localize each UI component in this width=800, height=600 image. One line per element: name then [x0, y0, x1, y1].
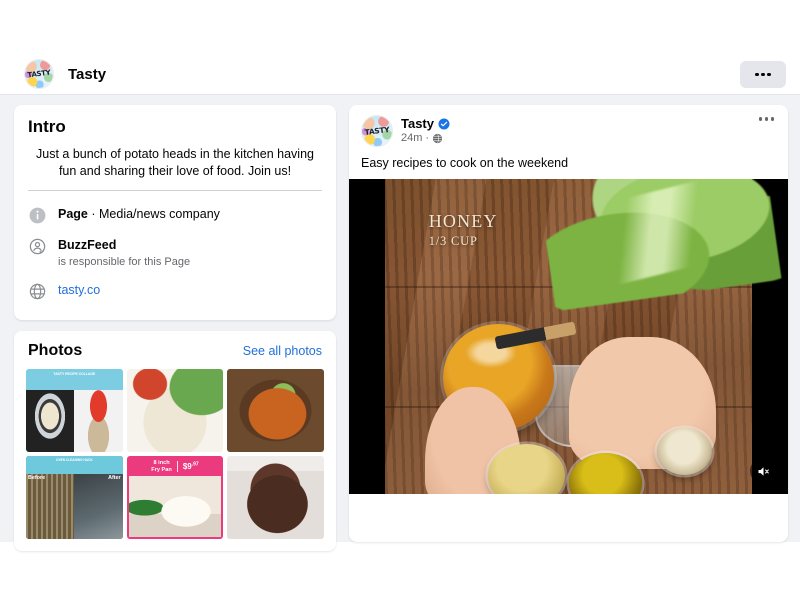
ad-price-main: $9	[182, 462, 192, 472]
ellipsis-dot-icon	[755, 72, 759, 77]
ad-price: $9.97	[182, 461, 199, 472]
left-column: Intro Just a bunch of potato heads in th…	[0, 95, 344, 551]
intro-row-page-category: Page · Media/news company	[28, 199, 322, 230]
photo-chicken-parmesan[interactable]	[126, 368, 224, 452]
post-video-player[interactable]: HONEY 1/3 CUP	[349, 179, 788, 494]
video-ingredient-overlay: HONEY 1/3 CUP	[429, 211, 498, 249]
photo-fry-pan-ad[interactable]: 8 inch Fry Pan $9.97	[126, 455, 224, 539]
before-label: Before	[28, 474, 46, 481]
ingredient-amount: 1/3 CUP	[428, 233, 478, 248]
collage-tile	[74, 390, 123, 452]
after-label: After	[108, 474, 121, 481]
photos-header: Photos See all photos	[14, 331, 336, 369]
page-header-bar: TASTY Tasty	[0, 54, 800, 95]
video-frame: HONEY 1/3 CUP	[384, 179, 783, 494]
intro-title: Intro	[28, 117, 66, 136]
page-more-button[interactable]	[740, 61, 786, 88]
ellipsis-dot-icon	[761, 72, 765, 77]
garlic-bowl	[656, 427, 712, 476]
intro-card: Intro Just a bunch of potato heads in th…	[14, 105, 336, 320]
avatar-wordmark: TASTY	[27, 68, 51, 80]
post-card: TASTY Tasty 24m · Easy recipes to cook o…	[349, 105, 788, 542]
globe-icon	[28, 282, 47, 301]
intro-row-website[interactable]: tasty.co	[28, 275, 322, 306]
ad-product-name: 8 inch Fry Pan	[151, 460, 172, 473]
website-link[interactable]: tasty.co	[58, 281, 100, 298]
post-text: Easy recipes to cook on the weekend	[361, 156, 569, 170]
post-header: TASTY Tasty 24m ·	[349, 105, 788, 147]
see-all-photos-link[interactable]: See all photos	[243, 344, 322, 358]
photos-grid: TASTY RECIPE COLLAGE OVEN CLEANING HACK …	[14, 368, 336, 551]
collage-tile	[26, 390, 75, 452]
photo-oven-before-after[interactable]: OVEN CLEANING HACK Before After	[26, 455, 123, 539]
post-author-avatar[interactable]: TASTY	[361, 115, 393, 147]
intro-row-rest: · Media/news company	[87, 207, 220, 221]
photos-card: Photos See all photos TASTY RECIPE COLLA…	[14, 330, 336, 551]
ad-scene	[128, 475, 222, 537]
post-separator: ·	[425, 132, 430, 144]
verified-badge-icon	[438, 118, 450, 129]
before-panel: Before	[26, 473, 75, 539]
page-body: Intro Just a bunch of potato heads in th…	[0, 95, 800, 551]
page-title: Tasty	[68, 65, 107, 83]
ellipsis-dot-icon	[764, 117, 768, 121]
post-more-button[interactable]	[758, 117, 774, 121]
ad-price-cents: .97	[191, 461, 199, 468]
page-avatar[interactable]: TASTY	[24, 59, 54, 89]
post-author-name[interactable]: Tasty	[401, 116, 434, 131]
tasty-logo-icon: TASTY	[362, 116, 392, 146]
photo-caption: TASTY RECIPE COLLAGE	[26, 368, 123, 391]
intro-row-responsible-org: BuzzFeed is responsible for this Page	[28, 230, 322, 275]
after-panel: After	[74, 473, 123, 539]
tasty-logo-icon: TASTY	[25, 60, 53, 88]
mute-toggle-button[interactable]	[750, 458, 776, 484]
account-check-icon	[28, 237, 47, 256]
ellipsis-dot-icon	[758, 117, 762, 121]
intro-row-text: BuzzFeed is responsible for this Page	[58, 236, 190, 270]
photo-recipe-collage[interactable]: TASTY RECIPE COLLAGE	[26, 368, 123, 452]
post-author-row: Tasty	[401, 116, 450, 131]
post-timestamp-row: 24m ·	[401, 132, 450, 144]
ad-banner: 8 inch Fry Pan $9.97	[128, 457, 222, 476]
ad-divider	[176, 461, 178, 473]
info-icon	[28, 206, 47, 225]
intro-row-text: Page · Media/news company	[58, 205, 220, 222]
facebook-page-screen: TASTY Tasty Intro Just a bunch of potato…	[0, 0, 800, 600]
speaker-mute-icon	[758, 466, 769, 476]
browser-chrome-top	[0, 0, 800, 54]
post-author-meta: Tasty 24m ·	[401, 115, 450, 144]
globe-icon	[432, 133, 443, 143]
intro-divider	[28, 190, 322, 191]
avatar-wordmark: TASTY	[364, 125, 390, 137]
ellipsis-dot-icon	[770, 117, 774, 121]
ellipsis-dot-icon	[767, 72, 771, 77]
photo-beef-noodle-stew[interactable]	[227, 368, 324, 452]
intro-bio: Just a bunch of potato heads in the kitc…	[36, 147, 314, 178]
post-timestamp[interactable]: 24m	[401, 132, 422, 144]
responsible-org-name: BuzzFeed	[58, 238, 117, 252]
photo-chocolate-cake[interactable]	[227, 455, 324, 539]
responsible-org-sub: is responsible for this Page	[58, 256, 191, 269]
photo-caption: OVEN CLEANING HACK	[26, 455, 123, 474]
ingredient-name: HONEY	[428, 210, 498, 231]
right-column: TASTY Tasty 24m · Easy recipes to cook o…	[344, 95, 800, 542]
intro-row-bold: Page	[58, 207, 88, 221]
photos-title: Photos	[28, 341, 83, 359]
